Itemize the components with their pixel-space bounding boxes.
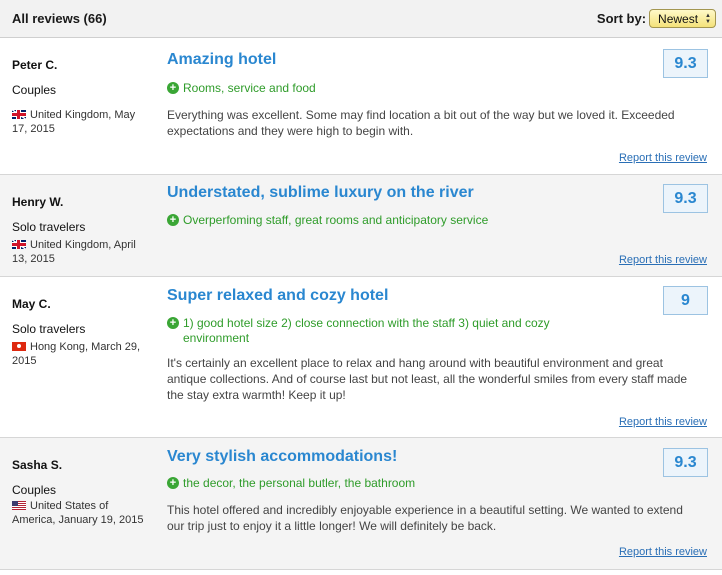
review-title[interactable]: Very stylish accommodations! — [167, 448, 397, 466]
reviewer-name: May C. — [12, 297, 51, 311]
report-review-link[interactable]: Report this review — [619, 254, 707, 266]
plus-icon: + — [167, 214, 179, 226]
report-review-link[interactable]: Report this review — [619, 416, 707, 428]
review-pros: + Overperfoming staff, great rooms and an… — [167, 213, 607, 228]
reviewer-name: Sasha S. — [12, 458, 63, 472]
pros-text: Overperfoming staff, great rooms and ant… — [183, 213, 489, 227]
origin-text: United Kingdom, May 17, 2015 — [12, 109, 136, 135]
pros-text: Rooms, service and food — [183, 81, 316, 95]
reviewer-origin: United Kingdom, April 13, 2015 — [12, 238, 147, 266]
report-review-link[interactable]: Report this review — [619, 546, 707, 558]
traveler-type: Solo travelers — [12, 220, 86, 234]
select-arrows-icon: ▲ ▼ — [705, 12, 711, 25]
origin-text: United Kingdom, April 13, 2015 — [12, 239, 136, 265]
plus-icon: + — [167, 477, 179, 489]
pros-text: the decor, the personal butler, the bath… — [183, 476, 416, 490]
reviewer-name: Peter C. — [12, 58, 58, 72]
review-score: 9.3 — [663, 49, 708, 78]
plus-icon: + — [167, 82, 179, 94]
sort-label: Sort by: — [596, 11, 647, 26]
reviewer-origin: Hong Kong, March 29, 2015 — [12, 340, 147, 368]
reviews-count-title: All reviews (66) — [12, 11, 107, 26]
reviews-header: All reviews (66) Sort by: Newest ▲ ▼ — [0, 0, 722, 38]
review-item: Sasha S. Couples United States of Americ… — [0, 438, 722, 570]
us-flag-icon — [12, 501, 26, 510]
sort-control: Sort by: Newest ▲ ▼ — [597, 9, 716, 28]
traveler-type: Couples — [12, 483, 57, 497]
review-title[interactable]: Understated, sublime luxury on the river — [167, 184, 474, 202]
pros-text: 1) good hotel size 2) close connection w… — [183, 316, 550, 345]
review-score: 9.3 — [663, 184, 708, 213]
review-pros: + the decor, the personal butler, the bat… — [167, 476, 607, 491]
reviewer-name: Henry W. — [12, 195, 64, 209]
sort-selected-value: Newest — [658, 11, 699, 26]
review-score: 9.3 — [663, 448, 708, 477]
review-pros: +1) good hotel size 2) close connection … — [167, 316, 607, 346]
sort-select[interactable]: Newest ▲ ▼ — [649, 9, 716, 28]
plus-icon: + — [167, 317, 179, 329]
hk-flag-icon — [12, 342, 26, 351]
review-text: This hotel offered and incredibly enjoya… — [167, 503, 683, 533]
review-score: 9 — [663, 286, 708, 315]
review-text: Everything was excellent. Some may find … — [167, 108, 675, 138]
traveler-type: Solo travelers — [12, 322, 86, 336]
uk-flag-icon — [12, 110, 26, 119]
uk-flag-icon — [12, 240, 26, 249]
review-item: Henry W. Solo travelers United Kingdom, … — [0, 175, 722, 277]
review-text: It's certainly an excellent place to rel… — [167, 356, 688, 402]
review-title[interactable]: Amazing hotel — [167, 51, 276, 69]
review-title[interactable]: Super relaxed and cozy hotel — [167, 287, 388, 305]
review-item: May C. Solo travelers Hong Kong, March 2… — [0, 277, 722, 438]
review-item: Peter C. Couples United Kingdom, May 17,… — [0, 38, 722, 175]
review-pros: + Rooms, service and food — [167, 81, 607, 96]
reviewer-origin: United States of America, January 19, 20… — [12, 499, 147, 527]
origin-text: United States of America, January 19, 20… — [12, 500, 144, 526]
origin-text: Hong Kong, March 29, 2015 — [12, 341, 141, 367]
reviewer-origin: United Kingdom, May 17, 2015 — [12, 108, 147, 136]
report-review-link[interactable]: Report this review — [619, 152, 707, 164]
traveler-type: Couples — [12, 83, 57, 97]
